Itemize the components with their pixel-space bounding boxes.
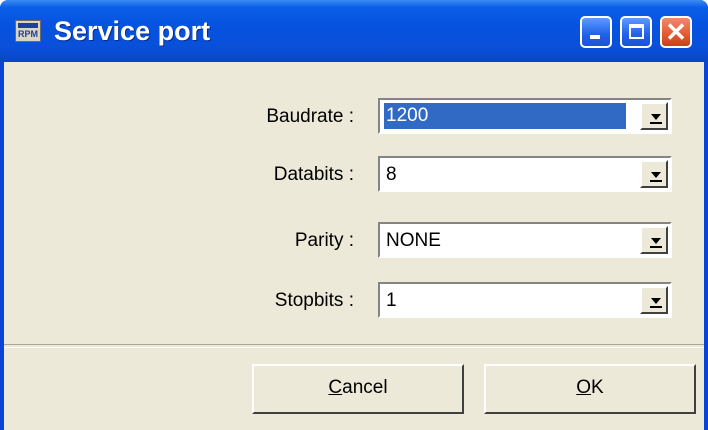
chevron-down-icon (651, 172, 661, 178)
baudrate-dropdown-button[interactable] (640, 102, 668, 130)
chevron-down-icon (651, 114, 661, 120)
app-icon[interactable]: RPM (15, 20, 41, 42)
minimize-button[interactable] (580, 16, 612, 48)
dialog-client-area: Baudrate : 1200 Databits : 8 Parity : NO… (4, 62, 704, 430)
databits-value: 8 (386, 164, 397, 185)
parity-label: Parity : (294, 230, 354, 251)
cancel-label: ancel (342, 377, 388, 398)
parity-value: NONE (386, 230, 441, 251)
parity-dropdown-button[interactable] (640, 226, 668, 254)
dropdown-underline-icon (650, 246, 662, 248)
parity-select[interactable]: NONE (378, 222, 672, 258)
chevron-down-icon (651, 298, 661, 304)
minimize-icon (590, 35, 600, 39)
dropdown-underline-icon (650, 180, 662, 182)
maximize-button[interactable] (620, 16, 652, 48)
ok-label: K (591, 377, 604, 398)
close-button[interactable]: ✕ (660, 16, 692, 48)
ok-mnemonic: O (576, 377, 592, 398)
chevron-down-icon (651, 238, 661, 244)
app-icon-stripe (18, 23, 38, 28)
service-port-window: RPM Service port ✕ Baudrate : 1200 Datab… (0, 0, 708, 430)
stopbits-dropdown-button[interactable] (640, 286, 668, 314)
baudrate-label: Baudrate : (266, 106, 354, 127)
cancel-button[interactable]: Cancel (252, 364, 464, 414)
window-title: Service port (54, 16, 211, 46)
close-icon: ✕ (665, 17, 687, 47)
maximize-icon (629, 24, 644, 39)
separator (4, 344, 704, 348)
ok-button[interactable]: OK (484, 364, 696, 414)
baudrate-value: 1200 (384, 103, 626, 129)
stopbits-value: 1 (386, 290, 397, 311)
stopbits-label: Stopbits : (274, 290, 354, 311)
cancel-mnemonic: C (328, 377, 343, 398)
databits-label: Databits : (273, 164, 354, 185)
stopbits-select[interactable]: 1 (378, 282, 672, 318)
app-icon-text: RPM (18, 29, 38, 39)
baudrate-select[interactable]: 1200 (378, 98, 672, 134)
databits-dropdown-button[interactable] (640, 160, 668, 188)
databits-select[interactable]: 8 (378, 156, 672, 192)
title-bar[interactable]: RPM Service port ✕ (0, 0, 708, 62)
dropdown-underline-icon (650, 306, 662, 308)
dropdown-underline-icon (650, 122, 662, 124)
